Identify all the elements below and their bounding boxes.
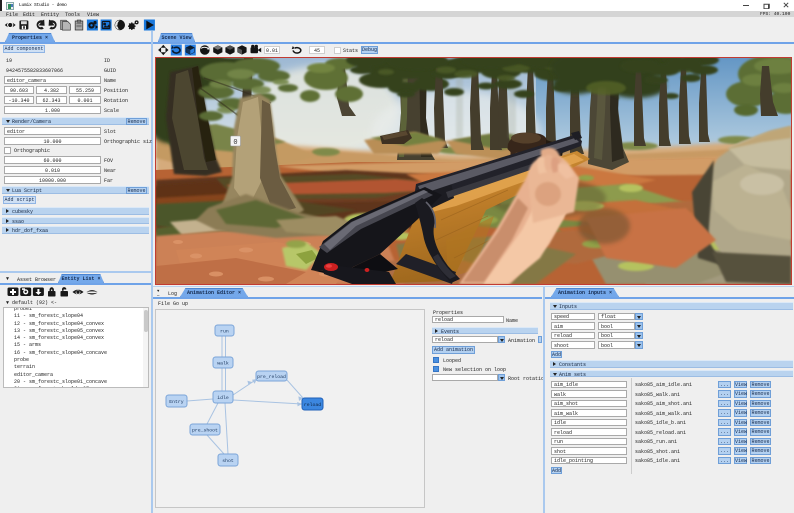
svg-text:shot: shot [222, 458, 234, 464]
svg-text:pre_shoot: pre_shoot [192, 428, 218, 434]
svg-text:reload: reload [304, 402, 321, 408]
svg-text:0: 0 [233, 139, 237, 147]
svg-text:idle: idle [217, 395, 229, 401]
svg-text:Entry: Entry [169, 399, 184, 405]
svg-text:run: run [220, 330, 229, 335]
svg-text:walk: walk [217, 361, 229, 367]
svg-text:pre_reload: pre_reload [257, 374, 286, 380]
